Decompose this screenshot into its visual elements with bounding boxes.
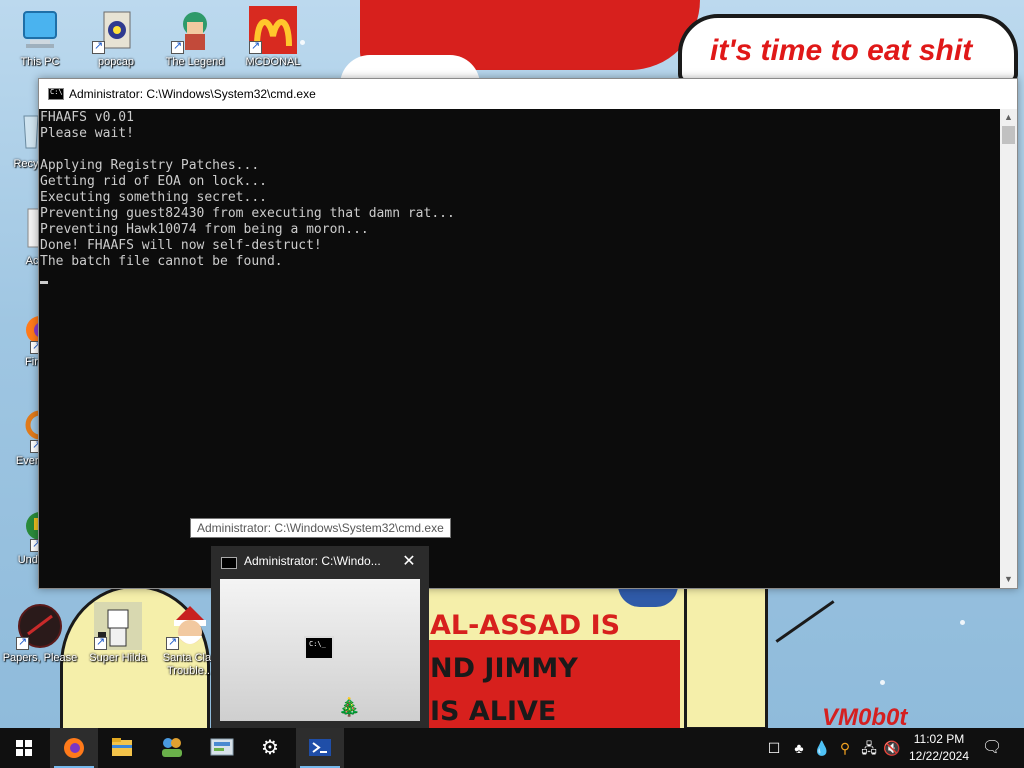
desktop-icon-popcap[interactable]: popcap <box>76 6 156 69</box>
cmd-icon <box>304 636 334 660</box>
game-character-icon <box>171 6 219 54</box>
console-line: Preventing Hawk10074 from being a moron.… <box>40 222 369 237</box>
clock-date[interactable]: 12/22/2024 <box>906 749 972 763</box>
console-output[interactable]: FHAAFS v0.01 Please wait! Applying Regis… <box>39 109 1000 588</box>
sign-text-line-1: AL-ASSAD IS <box>430 610 621 641</box>
desktop-icon-label: Papers, Please <box>2 652 78 664</box>
search-tray-icon[interactable]: ⚲ <box>835 738 855 758</box>
cmd-icon <box>48 88 64 100</box>
console-line: Preventing guest82430 from executing tha… <box>40 206 455 221</box>
shortcut-arrow-icon <box>92 39 105 54</box>
desktop-icon-mcdonal[interactable]: MCDONAL <box>233 6 313 69</box>
windows-logo-icon <box>16 740 32 756</box>
network-icon[interactable]: 🖧 <box>859 738 879 758</box>
taskbar-app-settings[interactable]: ⚙ <box>246 728 294 768</box>
close-icon[interactable]: ✕ <box>397 551 421 573</box>
shortcut-arrow-icon <box>166 635 179 650</box>
clock-time[interactable]: 11:02 PM <box>906 732 972 746</box>
cmd-icon <box>221 557 237 569</box>
taskbar-app-file-explorer[interactable] <box>98 728 146 768</box>
desktop-icon-this-pc[interactable]: This PC <box>0 6 80 69</box>
volume-muted-icon[interactable]: 🔇 <box>882 738 902 758</box>
console-line: Please wait! <box>40 126 134 141</box>
desktop-icon-label: The Legend <box>165 56 225 68</box>
cmd-titlebar[interactable]: Administrator: C:\Windows\System32\cmd.e… <box>39 79 1017 109</box>
desktop-icon-papers-please[interactable]: Papers, Please <box>0 602 80 665</box>
christmas-tree-icon: 🎄 <box>338 697 361 717</box>
console-line: FHAAFS v0.01 <box>40 110 134 125</box>
task-view-icon[interactable]: ☐ <box>764 738 784 758</box>
console-line: Getting rid of EOA on lock... <box>40 174 267 189</box>
desktop-icon-label: popcap <box>97 56 135 68</box>
sign-text-line-2: ND JIMMY <box>430 653 578 684</box>
taskbar-app-people[interactable] <box>148 728 196 768</box>
window-title: Administrator: C:\Windows\System32\cmd.e… <box>69 87 316 101</box>
recycle-bin-icon <box>0 108 42 156</box>
taskbar-app-control-panel[interactable] <box>198 728 246 768</box>
taskbar-app-powershell[interactable] <box>296 728 344 768</box>
tray-app-icon[interactable]: ♣ <box>789 738 809 758</box>
shortcut-arrow-icon <box>171 39 184 54</box>
firefox-icon <box>0 306 54 354</box>
shortcut-arrow-icon <box>94 635 107 650</box>
document-icon <box>0 205 42 253</box>
desktop-icon-label: MCDONAL <box>245 56 301 68</box>
thumbnail-title: Administrator: C:\Windo... <box>244 554 381 568</box>
console-line: Applying Registry Patches... <box>40 158 260 173</box>
thumbnail-image[interactable]: 🎄 <box>220 579 420 721</box>
scroll-thumb[interactable] <box>1002 126 1015 144</box>
pixel-game-icon <box>94 602 142 650</box>
scroll-up-arrow-icon[interactable]: ▲ <box>1000 109 1017 126</box>
start-button[interactable] <box>0 728 48 768</box>
text-cursor <box>40 281 48 284</box>
console-line: Done! FHAAFS will now self-destruct! <box>40 238 322 253</box>
watermark-text: VM0b0t <box>822 704 908 728</box>
sign-text-line-3: IS ALIVE <box>430 696 557 727</box>
control-panel-icon <box>210 738 234 756</box>
desktop-icon-label: This PC <box>20 56 60 68</box>
mcdonalds-logo-icon <box>249 6 297 54</box>
taskbar-app-firefox[interactable] <box>50 728 98 768</box>
game-icon <box>0 504 54 552</box>
folder-icon <box>112 738 132 756</box>
papers-please-icon <box>16 602 64 650</box>
powershell-icon <box>309 739 331 756</box>
right-figure-shape <box>684 585 768 728</box>
shortcut-arrow-icon <box>249 39 262 54</box>
taskbar-thumbnail-preview[interactable]: Administrator: C:\Windo... ✕ 🎄 <box>211 546 429 728</box>
desktop-icon-the-legend[interactable]: The Legend <box>155 6 235 69</box>
console-line: The batch file cannot be found. <box>40 254 283 269</box>
vertical-scrollbar[interactable]: ▲ ▼ <box>1000 109 1017 588</box>
search-app-icon <box>0 405 55 453</box>
tree-branch-doodle <box>775 600 835 643</box>
folder-icon <box>92 6 140 54</box>
shortcut-arrow-icon <box>16 635 29 650</box>
cmd-window[interactable]: Administrator: C:\Windows\System32\cmd.e… <box>38 78 1018 589</box>
desktop-icon-label: Super Hilda <box>89 652 147 664</box>
taskbar: ⚙ ☐ ♣ 💧 ⚲ 🖧 🔇 11:02 PM 12/22/2024 🗨 <box>0 728 1024 768</box>
desktop-icon-super-hilda[interactable]: Super Hilda <box>78 602 158 665</box>
firefox-icon <box>64 738 84 758</box>
people-icon <box>162 738 182 757</box>
speech-bubble-text: it's time to eat shit <box>710 34 973 67</box>
console-line: Executing something secret... <box>40 190 267 205</box>
notifications-icon[interactable]: 🗨 <box>982 738 1002 758</box>
taskbar-tooltip: Administrator: C:\Windows\System32\cmd.e… <box>190 518 451 538</box>
computer-icon <box>16 6 64 54</box>
santa-icon <box>166 602 214 650</box>
water-drop-icon[interactable]: 💧 <box>812 738 832 758</box>
scroll-down-arrow-icon[interactable]: ▼ <box>1000 571 1017 588</box>
gear-icon: ⚙ <box>261 737 279 759</box>
